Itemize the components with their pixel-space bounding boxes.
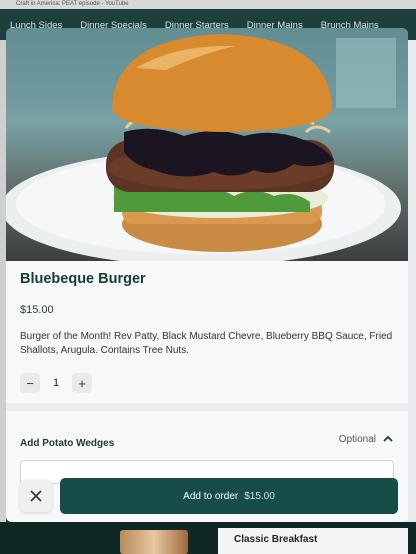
section-divider xyxy=(6,403,408,411)
decrease-quantity-button[interactable]: − xyxy=(20,373,40,393)
item-photo xyxy=(6,28,408,261)
quantity-value: 1 xyxy=(52,377,60,389)
item-details: Bluebeque Burger $15.00 Burger of the Mo… xyxy=(6,261,408,522)
add-to-order-button[interactable]: Add to order $15.00 xyxy=(60,478,398,514)
chevron-up-icon xyxy=(383,435,393,442)
increase-quantity-button[interactable]: + xyxy=(72,373,92,393)
add-to-order-label: Add to order xyxy=(183,490,239,502)
optional-label: Optional xyxy=(338,433,376,445)
item-modal: Bluebeque Burger $15.00 Burger of the Mo… xyxy=(6,28,408,522)
item-title: Bluebeque Burger xyxy=(20,271,146,287)
background-card-title: Classic Breakfast xyxy=(234,534,318,545)
item-price: $15.00 xyxy=(20,304,54,316)
close-button[interactable] xyxy=(20,480,52,512)
background-card-image xyxy=(120,530,188,554)
add-to-order-amount: $15.00 xyxy=(244,490,275,502)
option-group-toggle[interactable]: Optional xyxy=(339,433,394,445)
close-icon xyxy=(30,490,42,502)
quantity-stepper: − 1 + xyxy=(20,373,92,393)
option-group-title: Add Potato Wedges xyxy=(20,438,115,449)
browser-bar: Craft in America: PEAT episode - YouTube xyxy=(0,0,416,9)
browser-tab-text: Craft in America: PEAT episode - YouTube xyxy=(16,1,129,7)
item-description: Burger of the Month! Rev Patty, Black Mu… xyxy=(20,331,393,356)
